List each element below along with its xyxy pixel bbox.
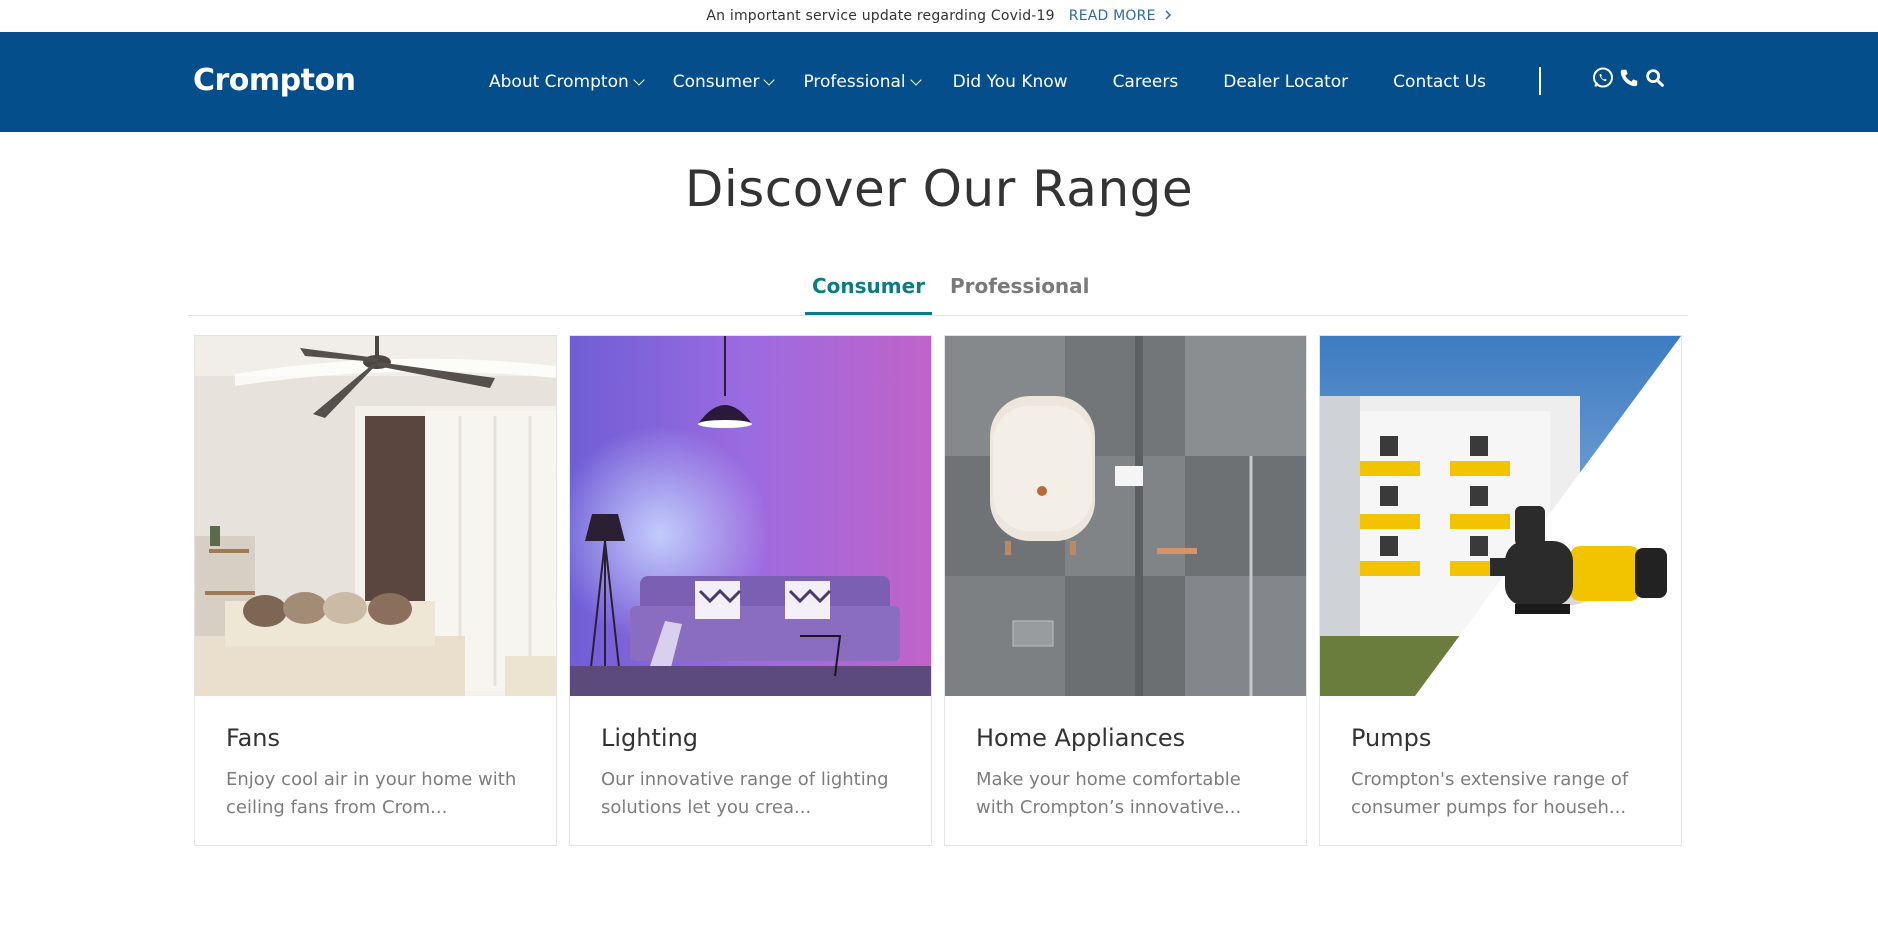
nav-about-crompton[interactable]: About Crompton (489, 72, 645, 92)
card-description: Enjoy cool air in your home with ceiling… (226, 769, 517, 818)
nav-careers[interactable]: Careers (1113, 72, 1179, 92)
nav-label: Did You Know (952, 72, 1068, 92)
main-nav: About Crompton Consumer Professional Did… (489, 32, 1486, 132)
announcement-message: An important service update regarding Co… (706, 8, 1055, 24)
nav-dealer-locator[interactable]: Dealer Locator (1223, 72, 1348, 92)
read-more-label: READ MORE (1068, 8, 1156, 24)
product-card-lighting[interactable]: Lighting Our innovative range of lightin… (569, 335, 932, 846)
nav-label: Careers (1112, 72, 1179, 92)
nav-consumer[interactable]: Consumer (672, 72, 776, 92)
tab-consumer[interactable]: Consumer (805, 274, 933, 315)
card-title: Home Appliances (976, 724, 1186, 752)
nav-label: Professional (803, 72, 906, 92)
chevron-down-icon (909, 73, 922, 86)
nav-label: Dealer Locator (1223, 72, 1349, 92)
nav-divider (1539, 67, 1541, 95)
site-header: Crompton About Crompton Consumer Profess… (0, 32, 1878, 132)
product-cards: Fans Enjoy cool air in your home with ce… (194, 335, 1682, 846)
announcement-bar: An important service update regarding Co… (0, 0, 1878, 32)
nav-label: Consumer (672, 72, 760, 92)
chevron-down-icon (633, 73, 645, 86)
crompton-logo[interactable]: Crompton (193, 63, 356, 98)
card-description: Crompton's extensive range of consumer p… (1351, 769, 1629, 818)
card-title: Lighting (601, 724, 699, 752)
product-card-pumps[interactable]: Pumps Crompton's extensive range of cons… (1319, 335, 1682, 846)
nav-label: About Crompton (489, 72, 629, 92)
home-appliances-image (945, 336, 1306, 696)
pumps-image (1320, 336, 1681, 696)
chevron-right-icon (1164, 9, 1172, 24)
product-card-home-appliances[interactable]: Home Appliances Make your home comfortab… (944, 335, 1307, 846)
fans-image (195, 336, 556, 696)
header-icons (1590, 65, 1668, 91)
search-icon[interactable] (1642, 65, 1668, 91)
nav-label: Contact Us (1393, 72, 1487, 92)
nav-professional[interactable]: Professional (803, 72, 922, 92)
card-description: Our innovative range of lighting solutio… (601, 769, 889, 818)
whatsapp-icon[interactable] (1590, 65, 1616, 91)
read-more-link[interactable]: READ MORE (1069, 8, 1172, 24)
nav-contact-us[interactable]: Contact Us (1393, 72, 1486, 92)
lighting-image (570, 336, 931, 696)
chevron-down-icon (763, 73, 776, 86)
card-title: Fans (226, 724, 281, 752)
product-card-fans[interactable]: Fans Enjoy cool air in your home with ce… (194, 335, 557, 846)
phone-icon[interactable] (1616, 65, 1642, 91)
nav-did-you-know[interactable]: Did You Know (953, 72, 1068, 92)
tab-professional[interactable]: Professional (950, 274, 1090, 312)
page-title: Discover Our Range (684, 160, 1194, 218)
card-description: Make your home comfortable with Crompton… (976, 769, 1242, 818)
card-title: Pumps (1351, 724, 1432, 752)
range-tabs: Consumer Professional (188, 266, 1688, 316)
